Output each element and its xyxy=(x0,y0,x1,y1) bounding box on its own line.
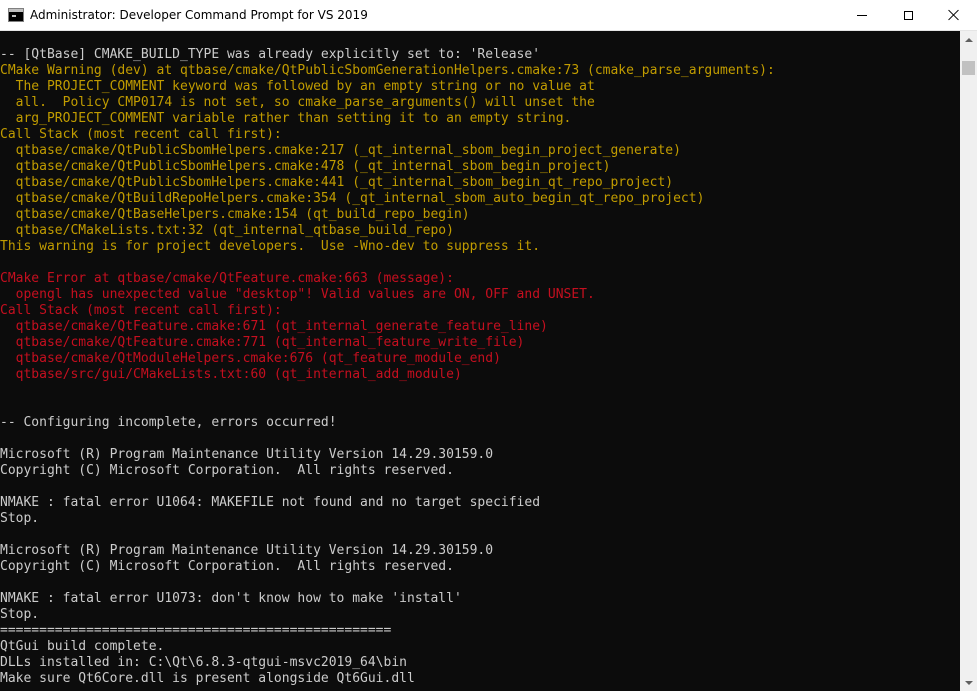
console-line: qtbase/cmake/QtPublicSbomHelpers.cmake:4… xyxy=(0,175,674,190)
title-bar[interactable]: Administrator: Developer Command Prompt … xyxy=(0,0,977,31)
console-line: qtbase/cmake/QtBuildRepoHelpers.cmake:35… xyxy=(0,191,705,206)
console-line: opengl has unexpected value "desktop"! V… xyxy=(0,287,595,302)
console-line: -- [QtBase] CMAKE_BUILD_TYPE was already… xyxy=(0,47,541,62)
console-line: This warning is for project developers. … xyxy=(0,239,541,254)
console-icon[interactable] xyxy=(8,8,24,22)
arrow-down-icon xyxy=(964,680,973,685)
arrow-up-icon xyxy=(964,37,973,42)
close-icon xyxy=(948,9,960,21)
console-line: Microsoft (R) Program Maintenance Utilit… xyxy=(0,447,494,462)
console-line: qtbase/cmake/QtPublicSbomHelpers.cmake:2… xyxy=(0,143,681,158)
scroll-thumb[interactable] xyxy=(962,61,975,75)
minimize-icon xyxy=(857,14,867,16)
console-line: arg_PROJECT_COMMENT variable rather than… xyxy=(0,111,572,126)
vertical-scrollbar[interactable] xyxy=(960,31,977,691)
console-line: -- Configuring incomplete, errors occurr… xyxy=(0,415,337,430)
console-line: Call Stack (most recent call first): xyxy=(0,303,282,318)
console-line: Stop. xyxy=(0,511,40,526)
console-line: Copyright (C) Microsoft Corporation. All… xyxy=(0,463,454,478)
console-line: The PROJECT_COMMENT keyword was followed… xyxy=(0,79,595,94)
console-line: CMake Error at qtbase/cmake/QtFeature.cm… xyxy=(0,271,454,286)
console-output[interactable]: -- [QtBase] CMAKE_BUILD_TYPE was already… xyxy=(0,31,960,691)
console-line: Make sure Qt6Core.dll is present alongsi… xyxy=(0,671,415,686)
console-line: qtbase/cmake/QtModuleHelpers.cmake:676 (… xyxy=(0,351,501,366)
console-line: qtbase/src/gui/CMakeLists.txt:60 (qt_int… xyxy=(0,367,462,382)
maximize-button[interactable] xyxy=(885,0,931,30)
minimize-button[interactable] xyxy=(839,0,885,30)
maximize-icon xyxy=(903,10,913,20)
scroll-up-button[interactable] xyxy=(960,31,977,48)
console-line: qtbase/cmake/QtBaseHelpers.cmake:154 (qt… xyxy=(0,207,470,222)
console-line: qtbase/cmake/QtFeature.cmake:771 (qt_int… xyxy=(0,335,525,350)
console-line: qtbase/cmake/QtPublicSbomHelpers.cmake:4… xyxy=(0,159,611,174)
window-title: Administrator: Developer Command Prompt … xyxy=(30,8,368,22)
close-button[interactable] xyxy=(931,0,977,30)
scroll-down-button[interactable] xyxy=(960,674,977,691)
console-line: Copyright (C) Microsoft Corporation. All… xyxy=(0,559,454,574)
console-line: qtbase/CMakeLists.txt:32 (qt_internal_qt… xyxy=(0,223,454,238)
console-line: all. Policy CMP0174 is not set, so cmake… xyxy=(0,95,595,110)
console-line: Microsoft (R) Program Maintenance Utilit… xyxy=(0,543,494,558)
console-line: Call Stack (most recent call first): xyxy=(0,127,282,142)
console-line: ========================================… xyxy=(0,623,392,638)
console-line: Stop. xyxy=(0,607,40,622)
console-line: qtbase/cmake/QtFeature.cmake:671 (qt_int… xyxy=(0,319,548,334)
console-line: NMAKE : fatal error U1064: MAKEFILE not … xyxy=(0,495,541,510)
console-line: CMake Warning (dev) at qtbase/cmake/QtPu… xyxy=(0,63,775,78)
console-line: QtGui build complete. xyxy=(0,639,165,654)
console-line: DLLs installed in: C:\Qt\6.8.3-qtgui-msv… xyxy=(0,655,407,670)
console-line: NMAKE : fatal error U1073: don't know ho… xyxy=(0,591,462,606)
console-lines: -- [QtBase] CMAKE_BUILD_TYPE was already… xyxy=(0,47,775,687)
